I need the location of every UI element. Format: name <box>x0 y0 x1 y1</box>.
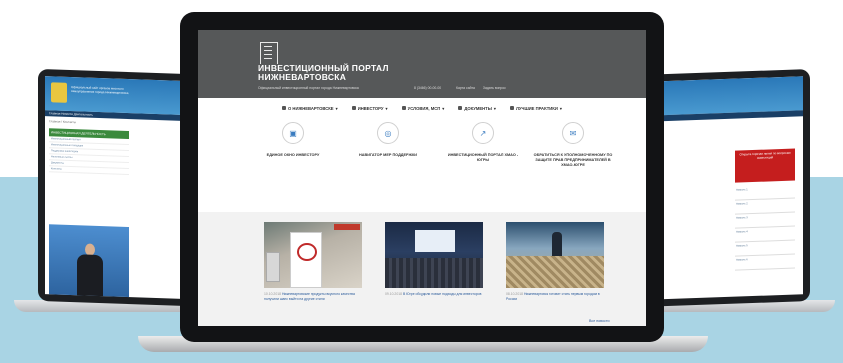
presenter-body <box>77 254 103 300</box>
news-date: 08.10.2018 <box>506 292 523 296</box>
nav-label: УСЛОВИЯ, МСП <box>407 105 441 111</box>
nav-label: О НИЖНЕВАРТОВСКЕ <box>288 105 334 111</box>
main-nav: О НИЖНЕВАРТОВСКЕ ▾ ИНВЕСТОРУ ▾ УСЛОВИЯ, МС… <box>198 98 646 118</box>
main-laptop: ИНВЕСТИЦИОННЫЙ ПОРТАЛ НИЖНЕВАРТОВСКА Офи… <box>180 12 664 342</box>
calendar-icon: ▣ <box>282 122 304 144</box>
news-card[interactable]: 10.10.2018 Нижневартовские продукты вкус… <box>264 222 362 301</box>
logo-icon <box>297 243 317 261</box>
photo-city-model <box>506 256 604 288</box>
nav-label: ДОКУМЕНТЫ <box>464 105 492 111</box>
nav-label: ИНВЕСТОРУ <box>357 105 384 111</box>
news-caption[interactable]: 09.10.2018 В Югре обсудили новые подходы… <box>385 292 483 297</box>
portal-header: ИНВЕСТИЦИОННЫЙ ПОРТАЛ НИЖНЕВАРТОВСКА Офи… <box>198 30 646 98</box>
news-date: 10.10.2018 <box>264 292 281 296</box>
tile-ombudsman[interactable]: ✉ ОБРАТИТЬСЯ К УПОЛНОМОЧЕННОМУ ПО ЗАЩИТЕ… <box>533 122 613 168</box>
presenter-figure <box>77 243 103 300</box>
hotline-banner[interactable]: Открыта горячая линия по вопросам инвест… <box>735 148 795 183</box>
scene: Официальный сайт органов местного самоуп… <box>0 0 843 363</box>
right-site-header <box>647 76 803 116</box>
portal-subtitle: Официальный инвестиционный портал города… <box>258 86 359 90</box>
briefcase-icon <box>351 106 356 110</box>
ask-question-link[interactable]: Задать вопрос <box>483 86 506 90</box>
right-site-news-list: Новость 1 Новость 2 Новость 3 Новость 4 … <box>735 184 795 271</box>
chevron-down-icon: ▾ <box>442 105 445 111</box>
photo-crowd <box>385 258 483 288</box>
star-icon <box>509 106 514 110</box>
building-icon <box>260 42 278 64</box>
photo-person <box>552 232 562 258</box>
news-section: 10.10.2018 Нижневартовские продукты вкус… <box>198 212 646 326</box>
news-card[interactable]: 09.10.2018 В Югре обсудили новые подходы… <box>385 222 483 297</box>
photo-brochure <box>266 252 280 282</box>
video-player[interactable] <box>49 224 129 300</box>
photo-banner <box>290 232 322 288</box>
document-icon <box>458 106 463 110</box>
tile-support-navigator[interactable]: ◎ НАВИГАТОР МЕР ПОДДЕРЖКИ <box>348 122 428 158</box>
right-laptop-screen: Открыта горячая линия по вопросам инвест… <box>647 76 803 300</box>
nav-item-about[interactable]: О НИЖНЕВАРТОВСКЕ ▾ <box>282 106 338 111</box>
news-photo <box>385 222 483 288</box>
nav-label: ЛУЧШИЕ ПРАКТИКИ <box>515 105 558 111</box>
handshake-icon <box>401 106 406 110</box>
target-icon: ◎ <box>377 122 399 144</box>
left-site-title: Официальный сайт органов местного самоуп… <box>71 85 129 96</box>
tile-label: НАВИГАТОР МЕР ПОДДЕРЖКИ <box>358 153 417 157</box>
nav-item-investor[interactable]: ИНВЕСТОРУ ▾ <box>351 105 388 111</box>
chat-icon: ✉ <box>562 122 584 144</box>
news-card[interactable]: 08.10.2018 Нижневартовск готовит стать п… <box>506 222 604 301</box>
news-caption[interactable]: 10.10.2018 Нижневартовские продукты вкус… <box>264 292 362 301</box>
chart-icon: ↗ <box>472 122 494 144</box>
main-laptop-screen: ИНВЕСТИЦИОННЫЙ ПОРТАЛ НИЖНЕВАРТОВСКА Офи… <box>198 30 646 326</box>
service-tiles: ▣ ЕДИНОЕ ОКНО ИНВЕСТОРУ ◎ НАВИГАТОР МЕР … <box>198 122 646 212</box>
portal-title-line2: НИЖНЕВАРТОВСКА <box>258 72 347 82</box>
nav-item-practices[interactable]: ЛУЧШИЕ ПРАКТИКИ ▾ <box>509 105 562 111</box>
info-icon <box>282 106 286 110</box>
chevron-down-icon: ▾ <box>493 105 496 111</box>
photo-red-sign <box>334 224 360 230</box>
photo-screen <box>415 230 455 252</box>
chevron-down-icon: ▾ <box>385 105 388 111</box>
sitemap-link[interactable]: Карта сайта <box>456 86 475 90</box>
header-links: Карта сайта Задать вопрос <box>456 86 506 90</box>
chevron-down-icon: ▾ <box>335 105 338 111</box>
list-item[interactable]: Новость 6 <box>735 254 795 271</box>
news-date: 09.10.2018 <box>385 292 402 296</box>
tile-regional-portal[interactable]: ↗ ИНВЕСТИЦИОННЫЙ ПОРТАЛ ХМАО - ЮГРЫ <box>443 122 523 163</box>
news-text: В Югре обсудили новые подходы для инвест… <box>402 292 482 296</box>
nav-item-conditions[interactable]: УСЛОВИЯ, МСП ▾ <box>401 105 445 111</box>
tile-label: ОБРАТИТЬСЯ К УПОЛНОМОЧЕННОМУ ПО ЗАЩИТЕ П… <box>533 153 613 167</box>
news-caption[interactable]: 08.10.2018 Нижневартовск готовит стать п… <box>506 292 604 301</box>
tile-label: ИНВЕСТИЦИОННЫЙ ПОРТАЛ ХМАО - ЮГРЫ <box>447 153 519 162</box>
portal-title[interactable]: ИНВЕСТИЦИОННЫЙ ПОРТАЛ НИЖНЕВАРТОВСКА <box>258 64 418 82</box>
tile-label: ЕДИНОЕ ОКНО ИНВЕСТОРУ <box>266 153 320 157</box>
news-photo <box>264 222 362 288</box>
left-site-sidebar: ИНВЕСТИЦИОННАЯ ДЕЯТЕЛЬНОСТЬ Инвестиционн… <box>49 128 129 176</box>
news-photo <box>506 222 604 288</box>
phone-number[interactable]: 8 (3466) 00-00-00 <box>414 86 441 90</box>
chevron-down-icon: ▾ <box>559 105 562 111</box>
city-crest-icon <box>51 82 67 103</box>
right-laptop: Открыта горячая линия по вопросам инвест… <box>640 69 810 307</box>
all-news-link[interactable]: Все новости <box>589 319 610 323</box>
nav-item-documents[interactable]: ДОКУМЕНТЫ ▾ <box>458 106 496 111</box>
tile-single-window[interactable]: ▣ ЕДИНОЕ ОКНО ИНВЕСТОРУ <box>253 122 333 158</box>
